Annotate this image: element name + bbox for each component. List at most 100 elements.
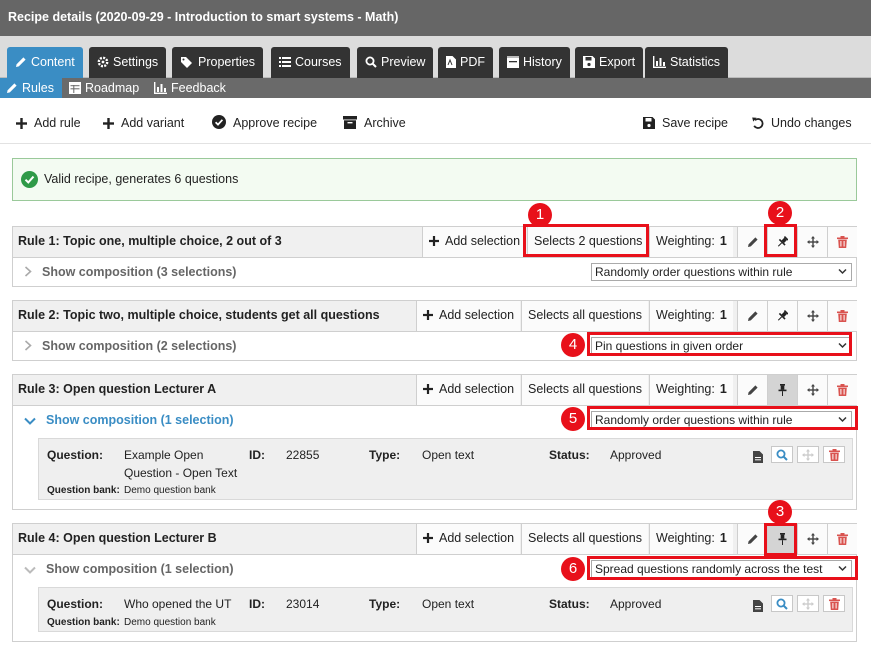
list-icon [279, 57, 291, 67]
subtab-roadmap[interactable]: Roadmap [63, 78, 145, 98]
delete-button[interactable] [827, 227, 857, 257]
add-rule-button[interactable]: Add rule [16, 114, 81, 132]
rule-title: Rule 4: Open question Lecturer B [18, 531, 217, 545]
rule-card: Rule 1: Topic one, multiple choice, 2 ou… [12, 226, 857, 287]
chevron-down-icon [24, 417, 36, 425]
document-icon[interactable] [753, 451, 763, 466]
tab-statistics[interactable]: Statistics [645, 47, 729, 78]
move-button[interactable] [797, 524, 827, 554]
tab-settings[interactable]: Settings [89, 47, 167, 78]
tab-properties[interactable]: Properties [172, 47, 263, 78]
tab-export[interactable]: Export [575, 47, 644, 78]
plus-icon [423, 533, 433, 543]
save-recipe-button[interactable]: Save recipe [643, 114, 728, 132]
question-item: Question: Example Open Question - Open T… [38, 438, 853, 500]
validation-message: Valid recipe, generates 6 questions [44, 172, 239, 186]
subtab-rules[interactable]: Rules [0, 78, 62, 98]
tab-history[interactable]: History [499, 47, 570, 78]
weighting-label: Weighting: [656, 382, 715, 396]
add-selection-button[interactable]: Add selection [416, 301, 521, 331]
subtab-feedback[interactable]: Feedback [148, 78, 232, 98]
move-question-button[interactable] [797, 595, 819, 612]
pin-button[interactable] [767, 524, 797, 554]
chevron-down-icon [24, 566, 36, 574]
add-selection-button[interactable]: Add selection [416, 524, 521, 554]
tab-pdf[interactable]: PDF [438, 47, 493, 78]
rule-card: Rule 2: Topic two, multiple choice, stud… [12, 300, 857, 361]
recipe-toolbar: Add rule Add variant Approve recipe Arch… [0, 98, 871, 144]
pencil-icon [16, 57, 26, 67]
composition-label: Show composition (1 selection) [46, 562, 234, 576]
move-question-button[interactable] [797, 446, 819, 463]
add-selection-label: Add selection [439, 308, 515, 322]
tab-label: Properties [198, 55, 255, 69]
weighting-value: 1 [719, 234, 727, 248]
annotation-badge: 1 [528, 203, 552, 227]
add-selection-button[interactable]: Add selection [416, 375, 521, 405]
question-item: Question: Who opened the UT ID: 23014 Ty… [38, 587, 853, 632]
show-composition-toggle[interactable]: Show composition (3 selections) [24, 258, 236, 287]
selects-count: Selects all questions [521, 301, 648, 331]
pin-button[interactable] [767, 227, 797, 257]
tab-label: Export [599, 55, 636, 69]
composition-label: Show composition (2 selections) [42, 339, 237, 353]
question-order-select[interactable]: Spread questions randomly across the tes… [591, 560, 852, 578]
show-composition-toggle[interactable]: Show composition (1 selection) [24, 406, 234, 435]
type-label: Type: [369, 597, 401, 611]
tab-preview[interactable]: Preview [357, 47, 434, 78]
delete-button[interactable] [827, 524, 857, 554]
delete-question-button[interactable] [823, 595, 845, 612]
pin-button[interactable] [767, 375, 797, 405]
rule-composition-row: Show composition (1 selection) Randomly … [13, 406, 856, 435]
question-order-select[interactable]: Randomly order questions within rule [591, 411, 852, 429]
tab-courses[interactable]: Courses [271, 47, 350, 78]
window-title: Recipe details (2020-09-29 - Introductio… [0, 0, 871, 36]
rule-header: Rule 2: Topic two, multiple choice, stud… [13, 301, 857, 332]
preview-question-button[interactable] [771, 595, 793, 612]
question-id: 23014 [286, 597, 320, 611]
edit-button[interactable] [737, 301, 767, 331]
archive-button[interactable]: Archive [343, 114, 406, 132]
delete-button[interactable] [827, 375, 857, 405]
archive-label: Archive [364, 116, 406, 130]
preview-question-button[interactable] [771, 446, 793, 463]
show-composition-toggle[interactable]: Show composition (1 selection) [24, 555, 234, 584]
rule-card: Rule 3: Open question Lecturer A Add sel… [12, 374, 857, 510]
add-selection-button[interactable]: Add selection [422, 227, 527, 257]
weighting: Weighting: 1 [649, 375, 733, 405]
undo-changes-label: Undo changes [771, 116, 852, 130]
move-button[interactable] [797, 375, 827, 405]
pencil-icon [747, 534, 758, 544]
pdf-icon [446, 56, 456, 68]
selects-label: Selects all questions [528, 382, 642, 396]
weighting: Weighting: 1 [649, 301, 733, 331]
check-circle-icon [21, 171, 38, 188]
move-button[interactable] [797, 301, 827, 331]
sub-tabs: Rules Roadmap Feedback [0, 78, 871, 98]
document-icon[interactable] [753, 600, 763, 615]
delete-question-button[interactable] [823, 446, 845, 463]
tab-content[interactable]: Content [7, 47, 83, 78]
show-composition-toggle[interactable]: Show composition (2 selections) [24, 332, 236, 361]
undo-changes-button[interactable]: Undo changes [752, 114, 852, 132]
tab-label: Statistics [670, 55, 721, 69]
move-button[interactable] [797, 227, 827, 257]
chevron-down-icon [838, 416, 847, 423]
edit-button[interactable] [737, 227, 767, 257]
question-label: Question: [47, 448, 103, 462]
approve-recipe-button[interactable]: Approve recipe [212, 114, 317, 132]
tab-label: History [523, 55, 562, 69]
question-order-select[interactable]: Pin questions in given order [591, 337, 852, 355]
question-order-select[interactable]: Randomly order questions within rule [591, 263, 852, 281]
selects-count: Selects 2 questions [527, 227, 649, 257]
edit-button[interactable] [737, 524, 767, 554]
chevron-right-icon [24, 340, 32, 351]
delete-button[interactable] [827, 301, 857, 331]
rule-composition-row: Show composition (1 selection) Spread qu… [13, 555, 856, 584]
add-variant-button[interactable]: Add variant [103, 114, 184, 132]
plus-icon [103, 118, 114, 129]
pin-button[interactable] [767, 301, 797, 331]
type-label: Type: [369, 448, 401, 462]
edit-button[interactable] [737, 375, 767, 405]
question-bank-label: Question bank: [47, 617, 120, 628]
